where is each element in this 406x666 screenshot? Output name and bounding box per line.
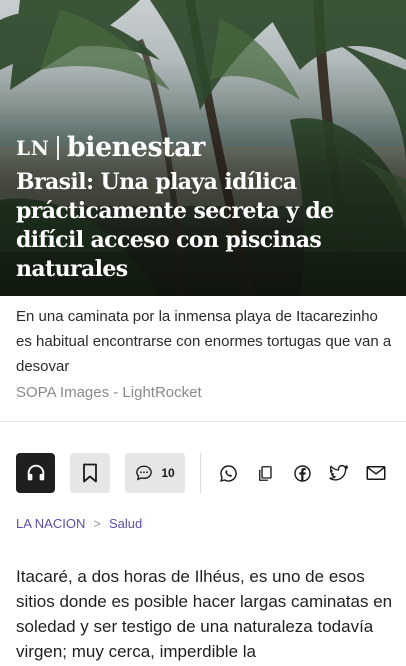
breadcrumb-section-link[interactable]: Salud	[109, 516, 142, 531]
facebook-icon	[293, 464, 311, 482]
toolbar-divider	[200, 453, 201, 493]
save-button[interactable]	[70, 453, 110, 493]
comment-bubble-icon	[136, 465, 153, 481]
breadcrumb: LA NACION > Salud	[16, 516, 142, 531]
bookmark-icon	[83, 463, 97, 483]
share-twitter-button[interactable]	[329, 463, 349, 483]
comments-count: 10	[161, 466, 175, 480]
twitter-icon	[329, 464, 348, 481]
share-facebook-button[interactable]	[292, 463, 312, 483]
photo-caption: En una caminata por la inmensa playa de …	[16, 308, 392, 375]
divider	[0, 421, 406, 422]
comments-button[interactable]: 10	[125, 453, 185, 493]
logo-divider	[57, 135, 59, 160]
section-logo[interactable]: LN bienestar	[16, 132, 205, 163]
whatsapp-icon	[219, 464, 237, 482]
article-lead-paragraph: Itacaré, a dos horas de Ilhéus, es uno d…	[16, 567, 393, 661]
listen-button[interactable]	[16, 453, 55, 493]
logo-ln: LN	[16, 135, 50, 160]
breadcrumb-home-link[interactable]: LA NACION	[16, 516, 85, 531]
article-title: Brasil: Una playa idílica prácticamente …	[16, 169, 334, 282]
breadcrumb-separator: >	[93, 516, 101, 531]
logo-bienestar: bienestar	[66, 132, 206, 163]
hero-image: LN bienestar Brasil: Una playa idílica p…	[0, 0, 406, 296]
article-toolbar: 10	[16, 453, 396, 493]
copy-link-button[interactable]	[255, 463, 275, 483]
headphones-icon	[27, 464, 44, 481]
email-icon	[366, 466, 386, 480]
share-email-button[interactable]	[366, 463, 386, 483]
copy-icon	[259, 465, 272, 481]
photo-credit: SOPA Images - LightRocket	[16, 384, 202, 401]
share-whatsapp-button[interactable]	[218, 463, 238, 483]
